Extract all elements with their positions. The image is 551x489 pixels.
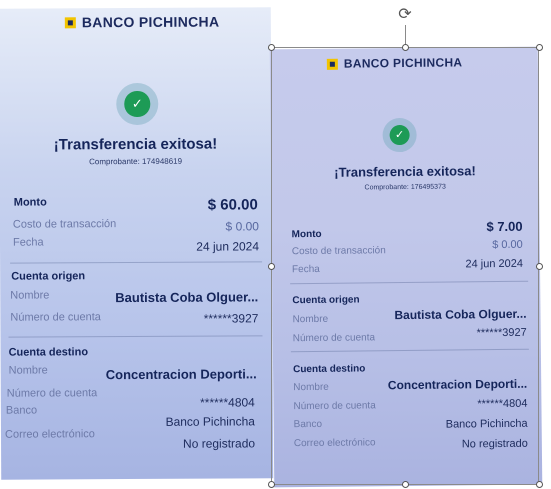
correo-label: Correo electrónico bbox=[293, 437, 376, 450]
destino-nombre-value: Concentracion Deporti... bbox=[387, 376, 528, 393]
success-title: ¡Transferencia exitosa! bbox=[53, 135, 218, 154]
resize-handle-bottom[interactable] bbox=[402, 481, 409, 488]
destino-nombre-value: Concentracion Deporti... bbox=[105, 366, 257, 383]
divider bbox=[290, 348, 529, 353]
monto-label: Monto bbox=[13, 196, 47, 209]
fecha-label: Fecha bbox=[291, 263, 320, 276]
destino-nombre-label: Nombre bbox=[8, 364, 48, 377]
bank-logo-icon bbox=[326, 58, 338, 70]
check-icon: ✓ bbox=[124, 91, 150, 117]
origen-nombre-label: Nombre bbox=[10, 289, 50, 302]
costo-value: $ 0.00 bbox=[225, 219, 259, 234]
resize-handle-bottom-right[interactable] bbox=[536, 481, 543, 488]
origen-nombre-value: Bautista Coba Olguer... bbox=[115, 289, 259, 306]
banco-label: Banco bbox=[5, 404, 38, 417]
monto-label: Monto bbox=[291, 228, 322, 241]
destino-numero-label: Número de cuenta bbox=[293, 400, 376, 413]
resize-handle-top-right[interactable] bbox=[536, 44, 543, 51]
receipt-number: Comprobante: 176495373 bbox=[364, 183, 446, 192]
banco-value: Banco Pichincha bbox=[165, 414, 255, 429]
rotate-handle-icon[interactable]: ⟳ bbox=[395, 4, 415, 24]
origen-numero-label: Número de cuenta bbox=[292, 332, 376, 345]
destino-numero-value: ******4804 bbox=[477, 397, 528, 411]
destino-numero-value: ******4804 bbox=[200, 395, 255, 410]
correo-label: Correo electrónico bbox=[4, 428, 95, 441]
costo-label: Costo de transacción bbox=[291, 245, 386, 258]
bank-header: BANCO PICHINCHA bbox=[64, 13, 220, 31]
destino-numero-label: Número de cuenta bbox=[6, 387, 98, 400]
bank-name: BANCO PICHINCHA bbox=[343, 55, 463, 71]
correo-value: No registrado bbox=[461, 437, 528, 451]
bank-header: BANCO PICHINCHA bbox=[326, 55, 463, 71]
costo-value: $ 0.00 bbox=[492, 238, 523, 252]
success-badge: ✓ bbox=[382, 117, 417, 153]
destino-nombre-label: Nombre bbox=[293, 381, 329, 394]
destino-title: Cuenta destino bbox=[293, 363, 366, 376]
monto-value: $ 60.00 bbox=[207, 196, 258, 214]
divider bbox=[10, 261, 263, 264]
success-title: ¡Transferencia exitosa! bbox=[334, 163, 476, 180]
receipt-image-1[interactable]: BANCO PICHINCHA ✓ ¡Transferencia exitosa… bbox=[0, 7, 274, 480]
resize-handle-top[interactable] bbox=[402, 44, 409, 51]
fecha-value: 24 jun 2024 bbox=[196, 239, 260, 254]
fecha-label: Fecha bbox=[12, 236, 44, 249]
divider bbox=[290, 280, 529, 285]
success-badge: ✓ bbox=[116, 82, 159, 126]
fecha-value: 24 jun 2024 bbox=[465, 257, 524, 271]
origen-nombre-value: Bautista Coba Olguer... bbox=[394, 306, 527, 323]
origen-title: Cuenta origen bbox=[11, 270, 86, 283]
correo-value: No registrado bbox=[182, 436, 256, 451]
banco-label: Banco bbox=[293, 418, 323, 431]
divider bbox=[8, 335, 263, 338]
resize-handle-right[interactable] bbox=[536, 263, 543, 270]
bank-name: BANCO PICHINCHA bbox=[81, 13, 220, 31]
costo-label: Costo de transacción bbox=[12, 218, 117, 231]
resize-handle-top-left[interactable] bbox=[268, 44, 275, 51]
resize-handle-left[interactable] bbox=[268, 263, 275, 270]
origen-numero-value: ******3927 bbox=[203, 311, 259, 326]
monto-value: $ 7.00 bbox=[486, 218, 523, 235]
destino-title: Cuenta destino bbox=[8, 346, 89, 359]
origen-numero-label: Número de cuenta bbox=[10, 311, 101, 324]
origen-nombre-label: Nombre bbox=[292, 313, 329, 326]
origen-numero-value: ******3927 bbox=[476, 326, 527, 340]
banco-value: Banco Pichincha bbox=[445, 417, 528, 431]
bank-logo-icon bbox=[64, 16, 76, 28]
check-icon: ✓ bbox=[389, 124, 410, 146]
origen-title: Cuenta origen bbox=[292, 294, 360, 307]
resize-handle-bottom-left[interactable] bbox=[268, 481, 275, 488]
receipt-number: Comprobante: 174948619 bbox=[89, 156, 183, 167]
receipt-image-2[interactable]: BANCO PICHINCHA ✓ ¡Transferencia exitosa… bbox=[269, 46, 543, 488]
